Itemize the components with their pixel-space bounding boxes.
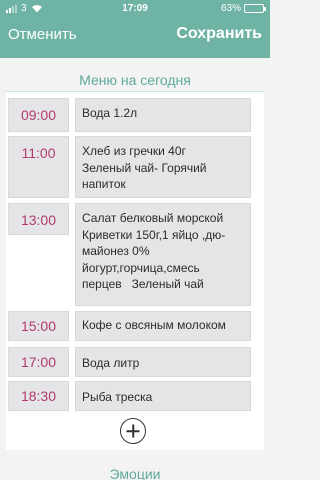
menu-title: Меню на сегодня: [79, 72, 191, 88]
header: 3 17:09 63% Отменить Сохранить: [0, 0, 270, 58]
menu-time[interactable]: 11:00: [8, 136, 69, 198]
menu-time[interactable]: 18:30: [8, 381, 69, 411]
cancel-button[interactable]: Отменить: [8, 26, 77, 43]
menu-time[interactable]: 17:00: [8, 347, 69, 377]
menu-text[interactable]: Кофе с овсяным молоком: [75, 311, 251, 341]
menu-row[interactable]: 17:00 Вода литр: [8, 347, 251, 377]
menu-text[interactable]: Рыба треска: [75, 381, 251, 411]
menu-time[interactable]: 09:00: [8, 98, 69, 132]
menu-row[interactable]: 11:00 Хлеб из гречки 40г Зеленый чай- Го…: [8, 136, 251, 198]
emotions-title: Эмоции: [109, 466, 161, 480]
menu-text[interactable]: Вода литр: [75, 347, 251, 377]
menu-text[interactable]: Салат белковый морской Криветки 150г,1 я…: [75, 203, 251, 306]
menu-text[interactable]: Хлеб из гречки 40г Зеленый чай- Горячий …: [75, 136, 251, 198]
menu-time[interactable]: 13:00: [8, 203, 69, 235]
menu-row[interactable]: 13:00 Салат белковый морской Криветки 15…: [8, 203, 251, 306]
menu-row[interactable]: 18:30 Рыба треска: [8, 381, 251, 411]
menu-row[interactable]: 15:00 Кофе с овсяным молоком: [8, 311, 251, 341]
battery-icon: [244, 4, 266, 13]
menu-row[interactable]: 09:00 Вода 1.2л: [8, 98, 251, 132]
add-item-button[interactable]: [120, 418, 146, 444]
menu-time[interactable]: 15:00: [8, 311, 69, 341]
menu-text[interactable]: Вода 1.2л: [75, 98, 251, 132]
status-bar: 3 17:09 63%: [0, 2, 270, 16]
save-button[interactable]: Сохранить: [176, 25, 262, 43]
battery-percent: 63%: [220, 3, 241, 14]
